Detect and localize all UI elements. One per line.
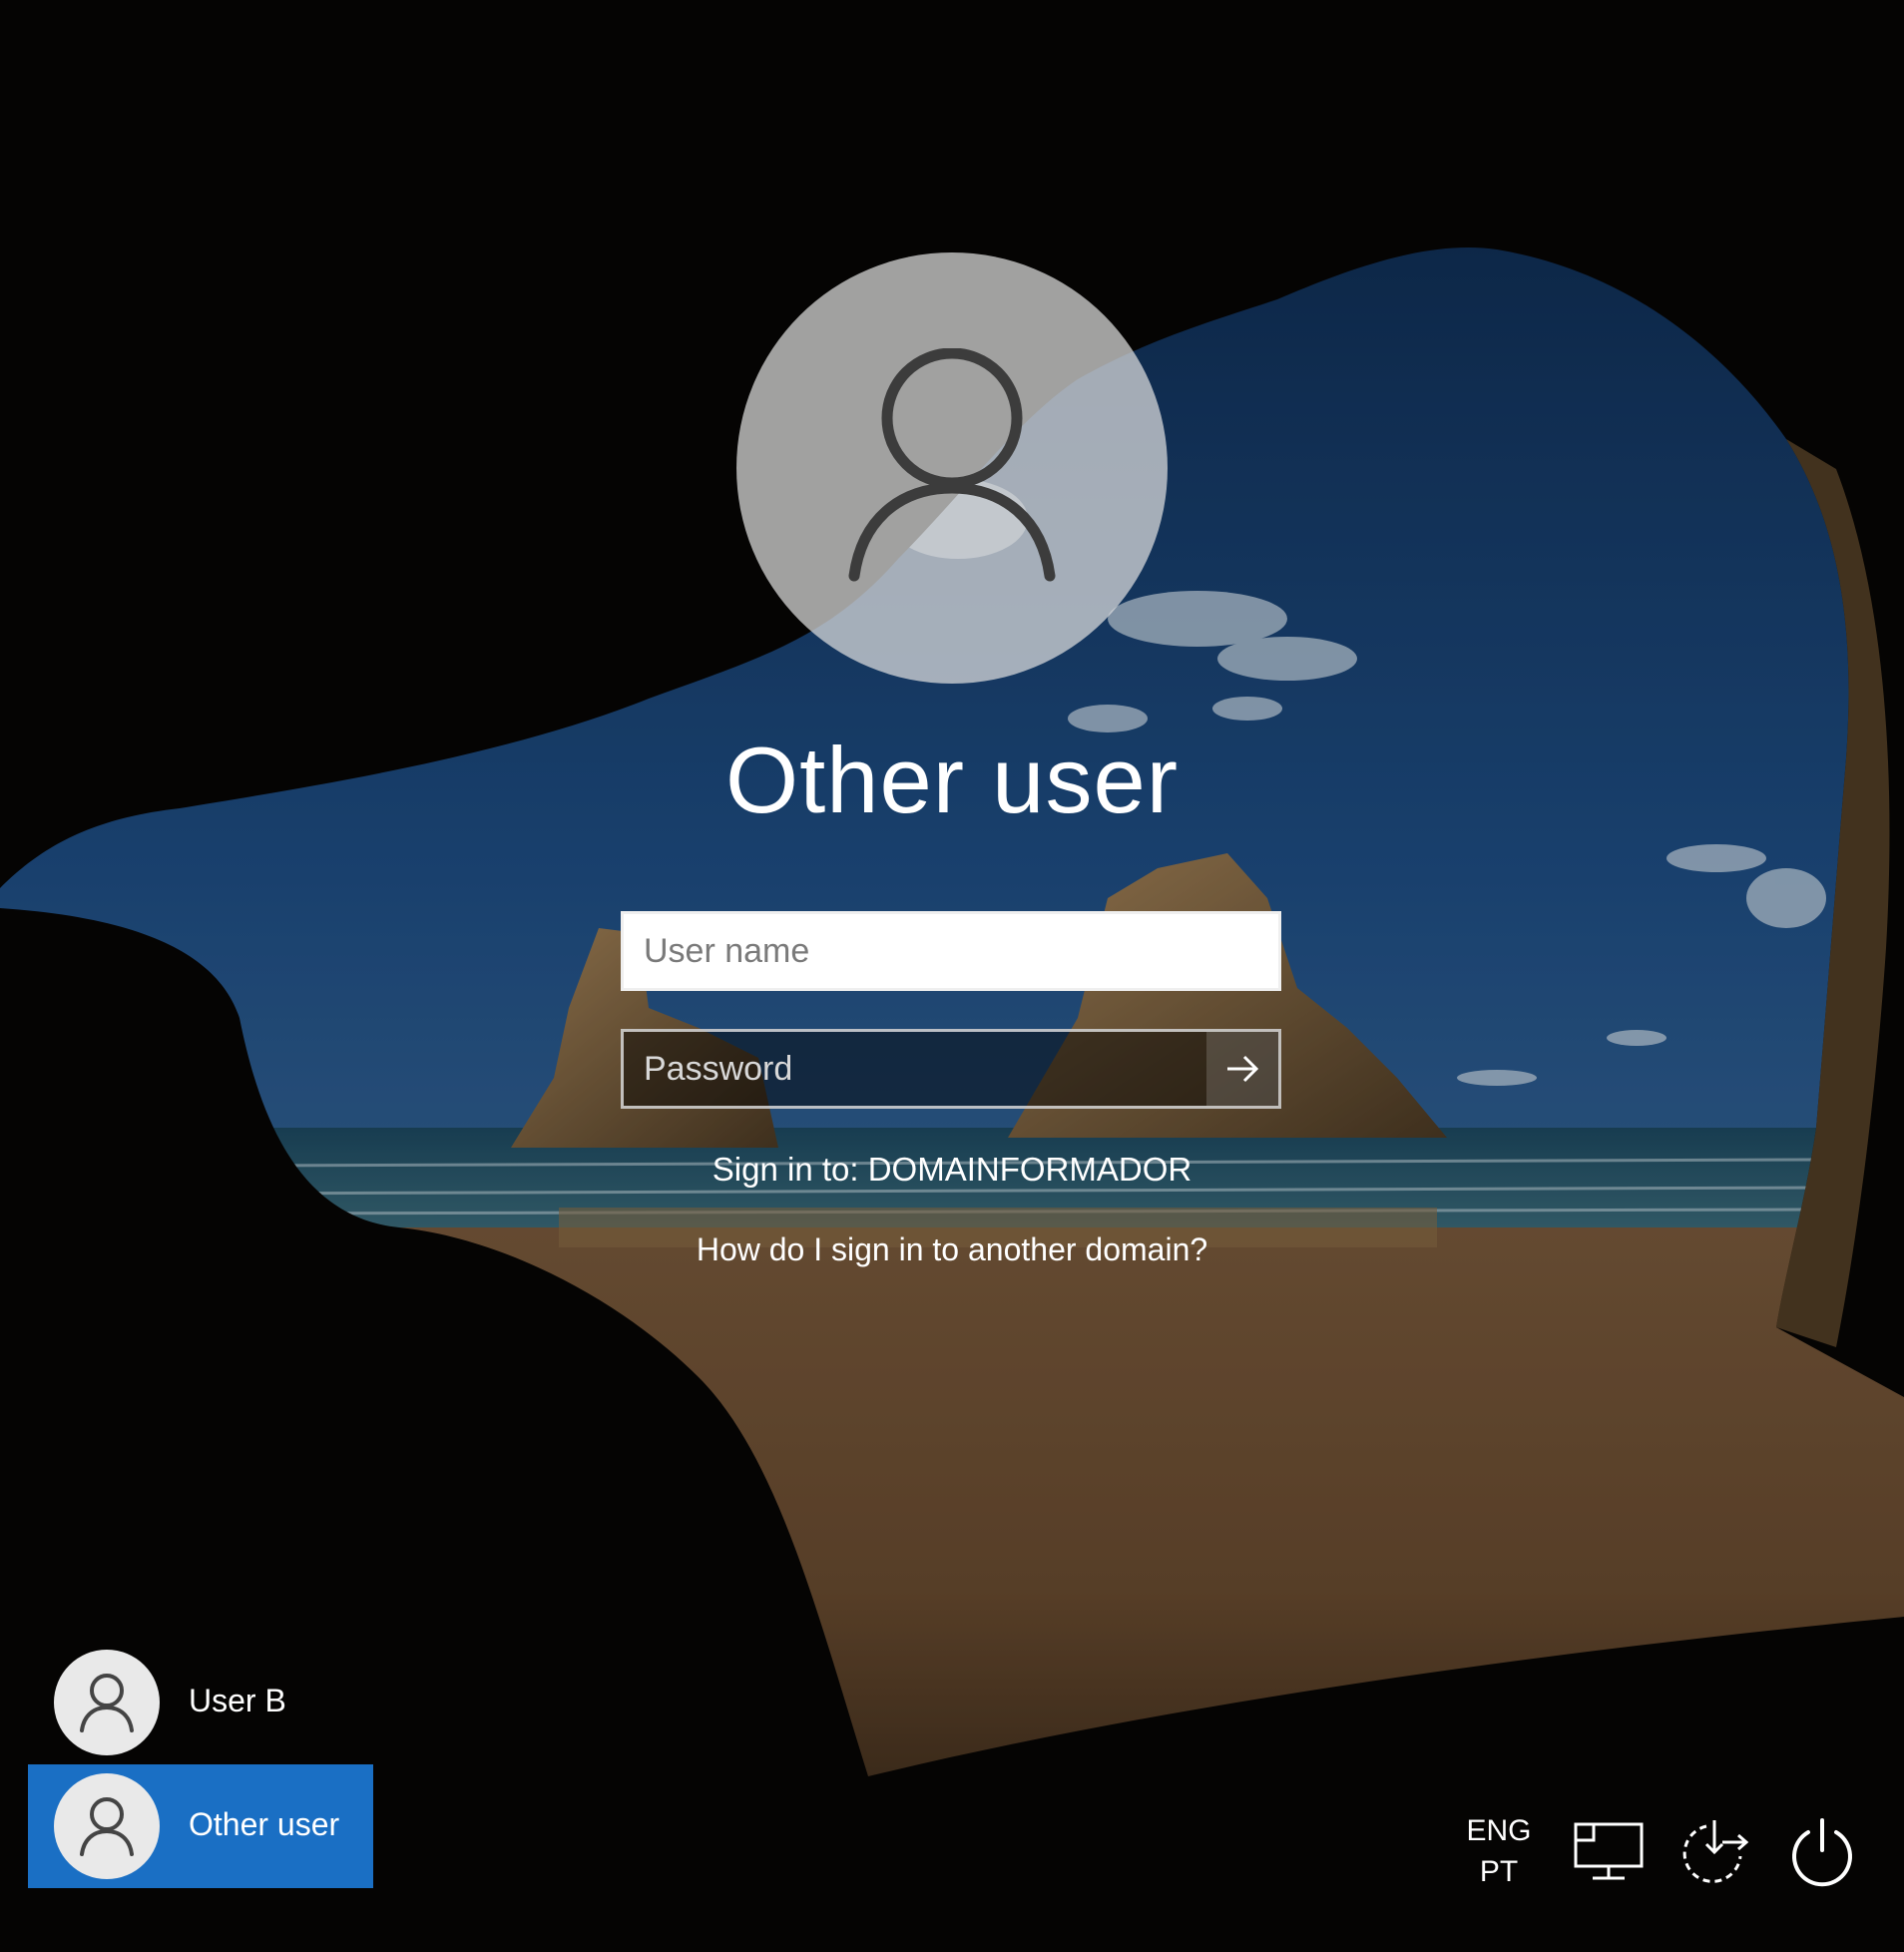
password-input[interactable]	[624, 1032, 1206, 1106]
user-name: Other user	[189, 1806, 340, 1842]
avatar	[54, 1773, 160, 1879]
power-icon	[1792, 1818, 1852, 1887]
network-icon	[1574, 1822, 1644, 1880]
arrow-right-icon	[1227, 1055, 1259, 1083]
ease-of-access-icon	[1682, 1820, 1749, 1883]
sign-in-domain-text: Sign in to: DOMAINFORMADOR	[712, 1151, 1192, 1188]
password-field	[621, 1029, 1281, 1109]
language-code: ENG	[1466, 1814, 1532, 1847]
user-avatar	[736, 252, 1168, 684]
keyboard-layout-code: PT	[1479, 1855, 1519, 1888]
network-button[interactable]	[1573, 1816, 1645, 1888]
power-button[interactable]	[1786, 1816, 1858, 1888]
person-icon	[80, 1797, 134, 1856]
user-name: User B	[189, 1683, 286, 1718]
other-domain-link[interactable]: How do I sign in to another domain?	[553, 1231, 1351, 1268]
avatar	[54, 1650, 160, 1755]
person-icon	[848, 348, 1056, 582]
username-input[interactable]	[621, 911, 1281, 991]
page-title: Other user	[724, 728, 1180, 832]
person-icon	[80, 1674, 134, 1732]
submit-button[interactable]	[1206, 1032, 1278, 1106]
user-tile-other-user[interactable]: Other user	[28, 1764, 373, 1888]
language-switcher[interactable]: ENG PT	[1463, 1810, 1535, 1892]
ease-of-access-button[interactable]	[1678, 1816, 1750, 1888]
user-tile-user-b[interactable]: User B	[28, 1641, 373, 1764]
